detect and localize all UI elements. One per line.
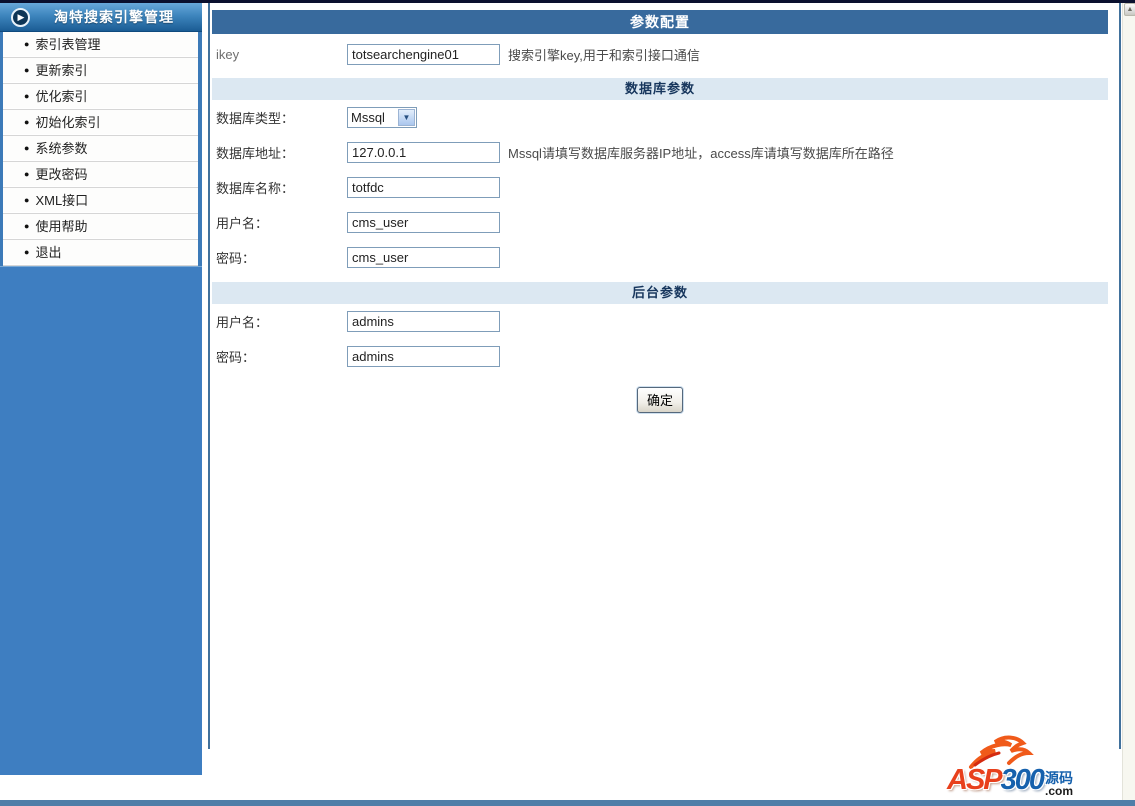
db-name-input[interactable] bbox=[347, 177, 500, 198]
admin-section-header: 后台参数 bbox=[212, 282, 1108, 304]
db-section-header: 数据库参数 bbox=[212, 78, 1108, 100]
db-address-input[interactable] bbox=[347, 142, 500, 163]
sidebar-item-label: 更新索引 bbox=[35, 63, 88, 78]
ikey-label: ikey bbox=[216, 46, 240, 62]
db-username-row: 用户名： bbox=[212, 205, 1108, 240]
play-icon: ▶ bbox=[11, 7, 30, 27]
db-type-label: 数据库类型： bbox=[216, 111, 295, 126]
logo-com: .com bbox=[1045, 784, 1074, 798]
confirm-button[interactable]: 确定 bbox=[636, 387, 683, 413]
bullet-icon: ● bbox=[24, 221, 30, 231]
db-address-label: 数据库地址： bbox=[216, 146, 295, 161]
sidebar-item-help[interactable]: ● 使用帮助 bbox=[3, 214, 198, 240]
main-panel: 参数配置 ikey 搜索引擎key,用于和索引接口通信 数据库参数 数据库类型：… bbox=[208, 3, 1121, 749]
asp300-logo-text: ASP300 源码 .com bbox=[947, 764, 1073, 797]
play-icon-glyph: ▶ bbox=[17, 11, 25, 22]
bullet-icon: ● bbox=[24, 117, 30, 127]
bullet-icon: ● bbox=[24, 169, 30, 179]
bullet-icon: ● bbox=[24, 65, 30, 75]
sidebar-item-label: 更改密码 bbox=[35, 167, 88, 182]
bullet-icon: ● bbox=[24, 195, 30, 205]
db-name-row: 数据库名称： bbox=[212, 170, 1108, 205]
app-title: 淘特搜索引擎管理 bbox=[54, 9, 174, 25]
bullet-icon: ● bbox=[24, 39, 30, 49]
sidebar-item-label: XML接口 bbox=[35, 193, 89, 208]
bullet-icon: ● bbox=[24, 247, 30, 257]
asp300-watermark: ASP300 源码 .com bbox=[947, 735, 1109, 797]
admin-username-input[interactable] bbox=[347, 311, 500, 332]
db-password-label: 密码： bbox=[216, 251, 256, 266]
db-address-hint: Mssql请填写数据库服务器IP地址，access库请填写数据库所在路径 bbox=[508, 146, 894, 161]
sidebar-item-label: 索引表管理 bbox=[35, 37, 101, 52]
bottom-bar bbox=[0, 800, 1135, 806]
admin-page: ▶ 淘特搜索引擎管理 ● 索引表管理 ● 更新索引 ● 优化索引 ● 初始化索引… bbox=[0, 0, 1135, 806]
submit-row: 确定 bbox=[212, 387, 1108, 413]
db-type-select[interactable]: Mssql bbox=[348, 108, 416, 127]
ikey-row: ikey 搜索引擎key,用于和索引接口通信 bbox=[212, 34, 1108, 74]
sidebar-item-change-password[interactable]: ● 更改密码 bbox=[3, 162, 198, 188]
sidebar-item-system-params[interactable]: ● 系统参数 bbox=[3, 136, 198, 162]
sidebar-filler bbox=[0, 266, 202, 775]
db-username-label: 用户名： bbox=[216, 216, 269, 231]
db-username-input[interactable] bbox=[347, 212, 500, 233]
page-title: 参数配置 bbox=[212, 10, 1108, 34]
db-type-row: 数据库类型： Mssql ▼ bbox=[212, 100, 1108, 135]
logo-asp: ASP bbox=[947, 764, 1003, 796]
db-type-select-wrap: Mssql ▼ bbox=[347, 107, 417, 128]
ikey-input[interactable] bbox=[347, 43, 500, 65]
sidebar-menu: ● 索引表管理 ● 更新索引 ● 优化索引 ● 初始化索引 ● 系统参数 ● 更… bbox=[0, 32, 202, 266]
vertical-scrollbar[interactable]: ▲ bbox=[1122, 3, 1135, 800]
sidebar-item-index-tables[interactable]: ● 索引表管理 bbox=[3, 32, 198, 58]
bullet-icon: ● bbox=[24, 91, 30, 101]
db-address-row: 数据库地址： Mssql请填写数据库服务器IP地址，access库请填写数据库所… bbox=[212, 135, 1108, 170]
sidebar-item-label: 初始化索引 bbox=[35, 115, 101, 130]
admin-username-row: 用户名： bbox=[212, 304, 1108, 339]
sidebar-item-xml-api[interactable]: ● XML接口 bbox=[3, 188, 198, 214]
db-password-row: 密码： bbox=[212, 240, 1108, 275]
sidebar-item-label: 优化索引 bbox=[35, 89, 88, 104]
sidebar-item-optimize-index[interactable]: ● 优化索引 bbox=[3, 84, 198, 110]
sidebar-item-label: 系统参数 bbox=[35, 141, 88, 156]
sidebar-item-update-index[interactable]: ● 更新索引 bbox=[3, 58, 198, 84]
logo-yuanma: 源码 bbox=[1045, 770, 1074, 786]
sidebar-item-exit[interactable]: ● 退出 bbox=[3, 240, 198, 266]
sidebar-header: ▶ 淘特搜索引擎管理 bbox=[0, 3, 202, 32]
sidebar: ▶ 淘特搜索引擎管理 ● 索引表管理 ● 更新索引 ● 优化索引 ● 初始化索引… bbox=[0, 3, 202, 775]
sidebar-item-init-index[interactable]: ● 初始化索引 bbox=[3, 110, 198, 136]
logo-300: 300 bbox=[1000, 764, 1045, 796]
ikey-hint: 搜索引擎key,用于和索引接口通信 bbox=[508, 47, 700, 63]
admin-password-row: 密码： bbox=[212, 339, 1108, 374]
db-name-label: 数据库名称： bbox=[216, 181, 295, 196]
admin-username-label: 用户名： bbox=[216, 315, 269, 330]
sidebar-item-label: 使用帮助 bbox=[35, 219, 88, 234]
admin-password-input[interactable] bbox=[347, 346, 500, 367]
sidebar-item-label: 退出 bbox=[35, 245, 62, 260]
admin-password-label: 密码： bbox=[216, 350, 256, 365]
bullet-icon: ● bbox=[24, 143, 30, 153]
db-password-input[interactable] bbox=[347, 247, 500, 268]
scroll-up-icon[interactable]: ▲ bbox=[1124, 3, 1135, 16]
